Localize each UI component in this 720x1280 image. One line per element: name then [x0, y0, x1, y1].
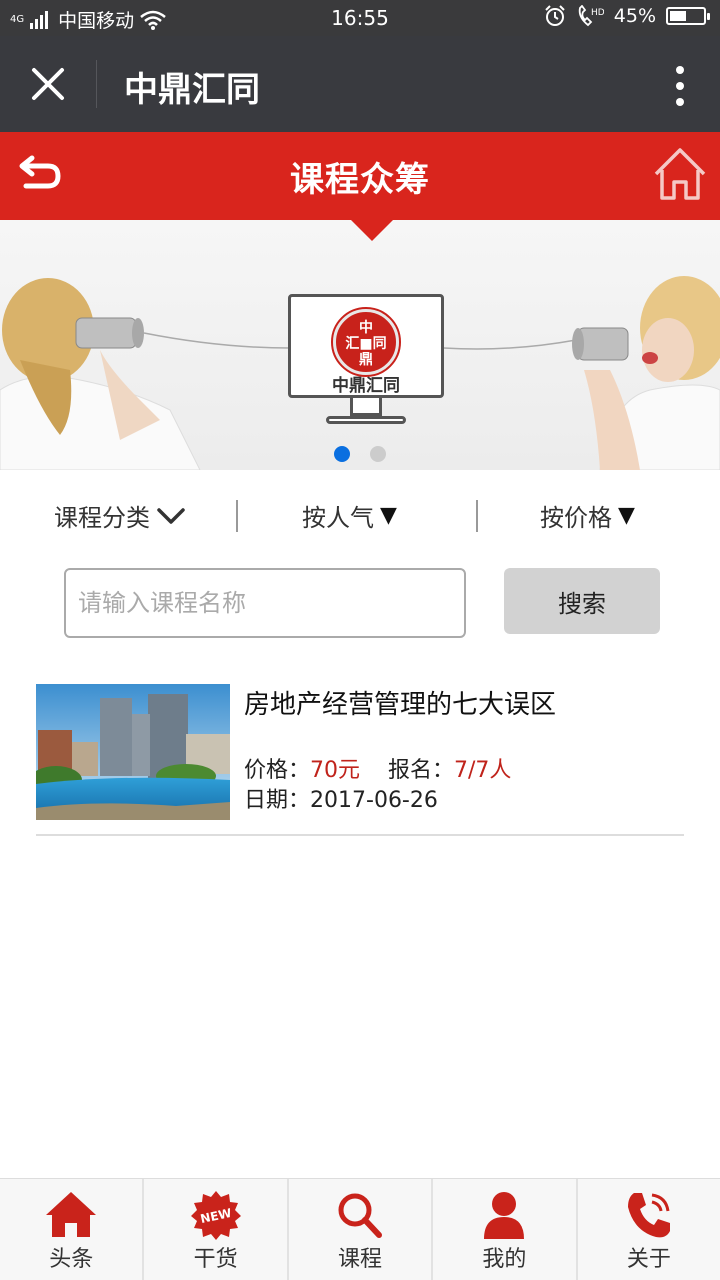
battery-icon [666, 7, 710, 25]
app-title: 中鼎汇同 [124, 70, 260, 110]
svg-text:HD: HD [591, 8, 604, 18]
tab-label: 课程 [338, 1247, 383, 1272]
course-date: 2017-06-26 [310, 788, 438, 813]
date-label: 日期： [244, 788, 311, 813]
course-search-input[interactable] [64, 568, 466, 638]
home-icon[interactable] [652, 144, 708, 204]
page-header: 课程众筹 [0, 132, 720, 220]
phone-icon [627, 1193, 670, 1238]
carousel-dot-active[interactable] [334, 446, 350, 462]
filter-price-label: 按价格 [540, 504, 612, 532]
search-button[interactable]: 搜索 [504, 568, 660, 634]
tab-courses[interactable]: 课程 [286, 1179, 431, 1280]
header-pointer [350, 219, 394, 241]
close-icon[interactable] [24, 60, 72, 108]
banner-brand-text: 中鼎汇同 [332, 376, 400, 396]
title-divider [96, 60, 97, 108]
seal-char: 鼎 [359, 352, 373, 368]
monitor-base [326, 416, 406, 424]
filter-bar: 课程分类 按人气 ▼ 按价格 ▼ [0, 470, 720, 560]
filter-popularity-label: 按人气 [302, 504, 374, 532]
house-icon [46, 1192, 97, 1237]
enroll-label: 报名： [388, 758, 455, 783]
tab-mine[interactable]: 我的 [431, 1179, 575, 1280]
brand-seal-logo: 中 汇■同 鼎 [331, 307, 401, 377]
course-list-item[interactable]: 房地产经营管理的七大误区 价格：70元 报名：7/7人 日期：2017-06-2… [36, 684, 684, 836]
triangle-down-icon: ▼ [380, 503, 397, 528]
filter-price[interactable]: 按价格 ▼ [540, 498, 635, 533]
tab-label: 头条 [49, 1247, 94, 1272]
seal-char: 汇 [345, 336, 360, 352]
chevron-down-icon [157, 507, 185, 524]
search-icon [338, 1193, 383, 1238]
tab-resources[interactable]: NEW 干货 [142, 1179, 286, 1280]
tab-label: 关于 [626, 1247, 671, 1272]
app-title-bar: 中鼎汇同 [0, 36, 720, 132]
seal-char: 中 [359, 320, 373, 336]
course-title: 房地产经营管理的七大误区 [244, 690, 557, 720]
monitor-illustration: 中 汇■同 鼎 中鼎汇同 [288, 294, 444, 398]
filter-divider [476, 500, 478, 532]
triangle-down-icon: ▼ [618, 503, 635, 528]
course-thumbnail [36, 684, 230, 820]
carousel-indicators [0, 446, 720, 462]
more-menu-icon[interactable] [670, 64, 690, 108]
battery-percent: 45% [613, 5, 656, 27]
filter-popularity[interactable]: 按人气 ▼ [302, 498, 397, 533]
filter-category-label: 课程分类 [54, 504, 150, 532]
filter-divider [236, 500, 238, 532]
carousel-dot[interactable] [370, 446, 386, 462]
banner-carousel[interactable]: 中 汇■同 鼎 中鼎汇同 [0, 220, 720, 470]
new-badge-icon: NEW [190, 1191, 241, 1240]
tab-label: 干货 [193, 1247, 238, 1272]
course-price: 70元 [310, 758, 361, 783]
tab-headlines[interactable]: 头条 [0, 1179, 142, 1280]
filter-category[interactable]: 课程分类 [54, 498, 186, 533]
tab-label: 我的 [482, 1247, 527, 1272]
monitor-stand [350, 398, 382, 416]
tab-about[interactable]: 关于 [575, 1179, 720, 1280]
course-meta: 价格：70元 报名：7/7人 日期：2017-06-26 [244, 756, 511, 816]
price-label: 价格： [244, 758, 311, 783]
hd-call-icon: HD [578, 5, 604, 27]
bottom-tab-bar: 头条 NEW 干货 课程 我的 关于 [0, 1178, 720, 1280]
user-icon [484, 1192, 525, 1239]
seal-char: 同 [372, 336, 387, 352]
alarm-icon [545, 5, 565, 26]
course-enrolled: 7/7人 [454, 758, 512, 783]
page-title: 课程众筹 [290, 160, 430, 200]
status-bar: 4G 中国移动 16:55 HD 45% [0, 0, 720, 36]
